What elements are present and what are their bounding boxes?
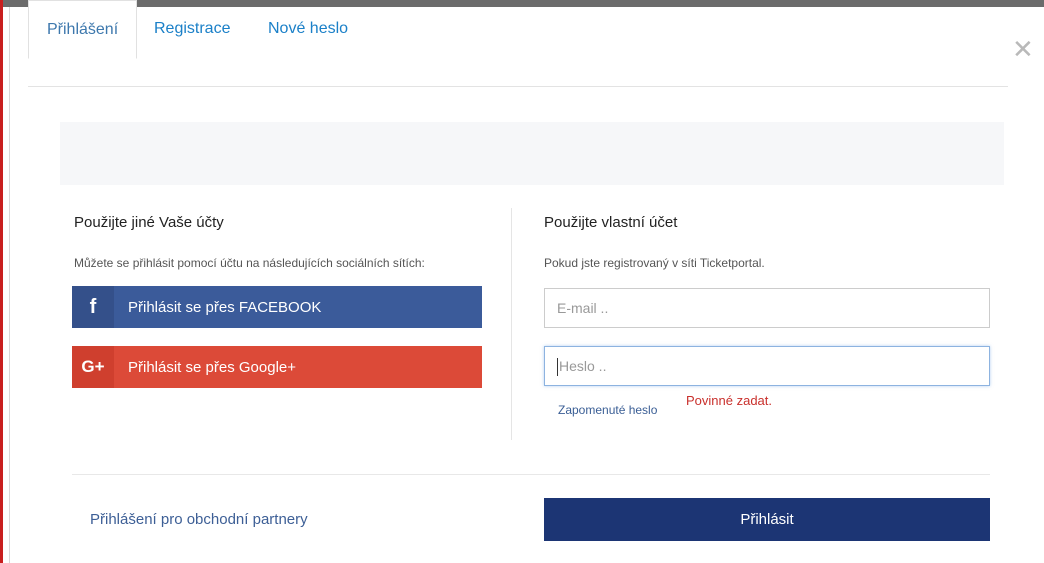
- account-title: Použijte vlastní účet: [544, 214, 678, 231]
- facebook-icon: f: [72, 286, 114, 328]
- partner-login-link[interactable]: Přihlášení pro obchodní partnery: [90, 511, 308, 528]
- tab-login[interactable]: Přihlášení: [28, 0, 138, 59]
- facebook-login-label: Přihlásit se přes FACEBOOK: [128, 298, 322, 316]
- forgot-password-link[interactable]: Zapomenuté heslo: [558, 403, 657, 417]
- message-area: [60, 122, 1004, 185]
- password-placeholder: Heslo ..: [559, 358, 607, 374]
- social-title: Použijte jiné Vaše účty: [74, 214, 224, 231]
- footer-divider: [72, 474, 990, 475]
- login-submit-button[interactable]: Přihlásit: [544, 498, 990, 541]
- tab-new-password[interactable]: Nové heslo: [250, 0, 366, 56]
- left-accent-stripe: [0, 0, 3, 563]
- email-field[interactable]: E-mail ..: [544, 288, 990, 328]
- password-required-error: Povinné zadat.: [686, 393, 773, 408]
- password-field[interactable]: Heslo ..: [544, 346, 990, 386]
- account-subtitle: Pokud jste registrovaný v síti Ticketpor…: [544, 256, 765, 270]
- tab-underline: [28, 86, 1008, 87]
- column-divider: [511, 208, 512, 440]
- email-placeholder: E-mail ..: [557, 300, 609, 316]
- google-login-button[interactable]: G+ Přihlásit se přes Google+: [72, 346, 482, 388]
- close-icon[interactable]: ✕: [1012, 36, 1034, 62]
- dialog-left-edge: [9, 7, 10, 563]
- google-login-label: Přihlásit se přes Google+: [128, 358, 297, 376]
- google-plus-icon: G+: [72, 346, 114, 388]
- text-cursor: [557, 358, 558, 377]
- facebook-login-button[interactable]: f Přihlásit se přes FACEBOOK: [72, 286, 482, 328]
- social-subtitle: Můžete se přihlásit pomocí účtu na násle…: [74, 256, 425, 270]
- tab-registration[interactable]: Registrace: [136, 0, 248, 56]
